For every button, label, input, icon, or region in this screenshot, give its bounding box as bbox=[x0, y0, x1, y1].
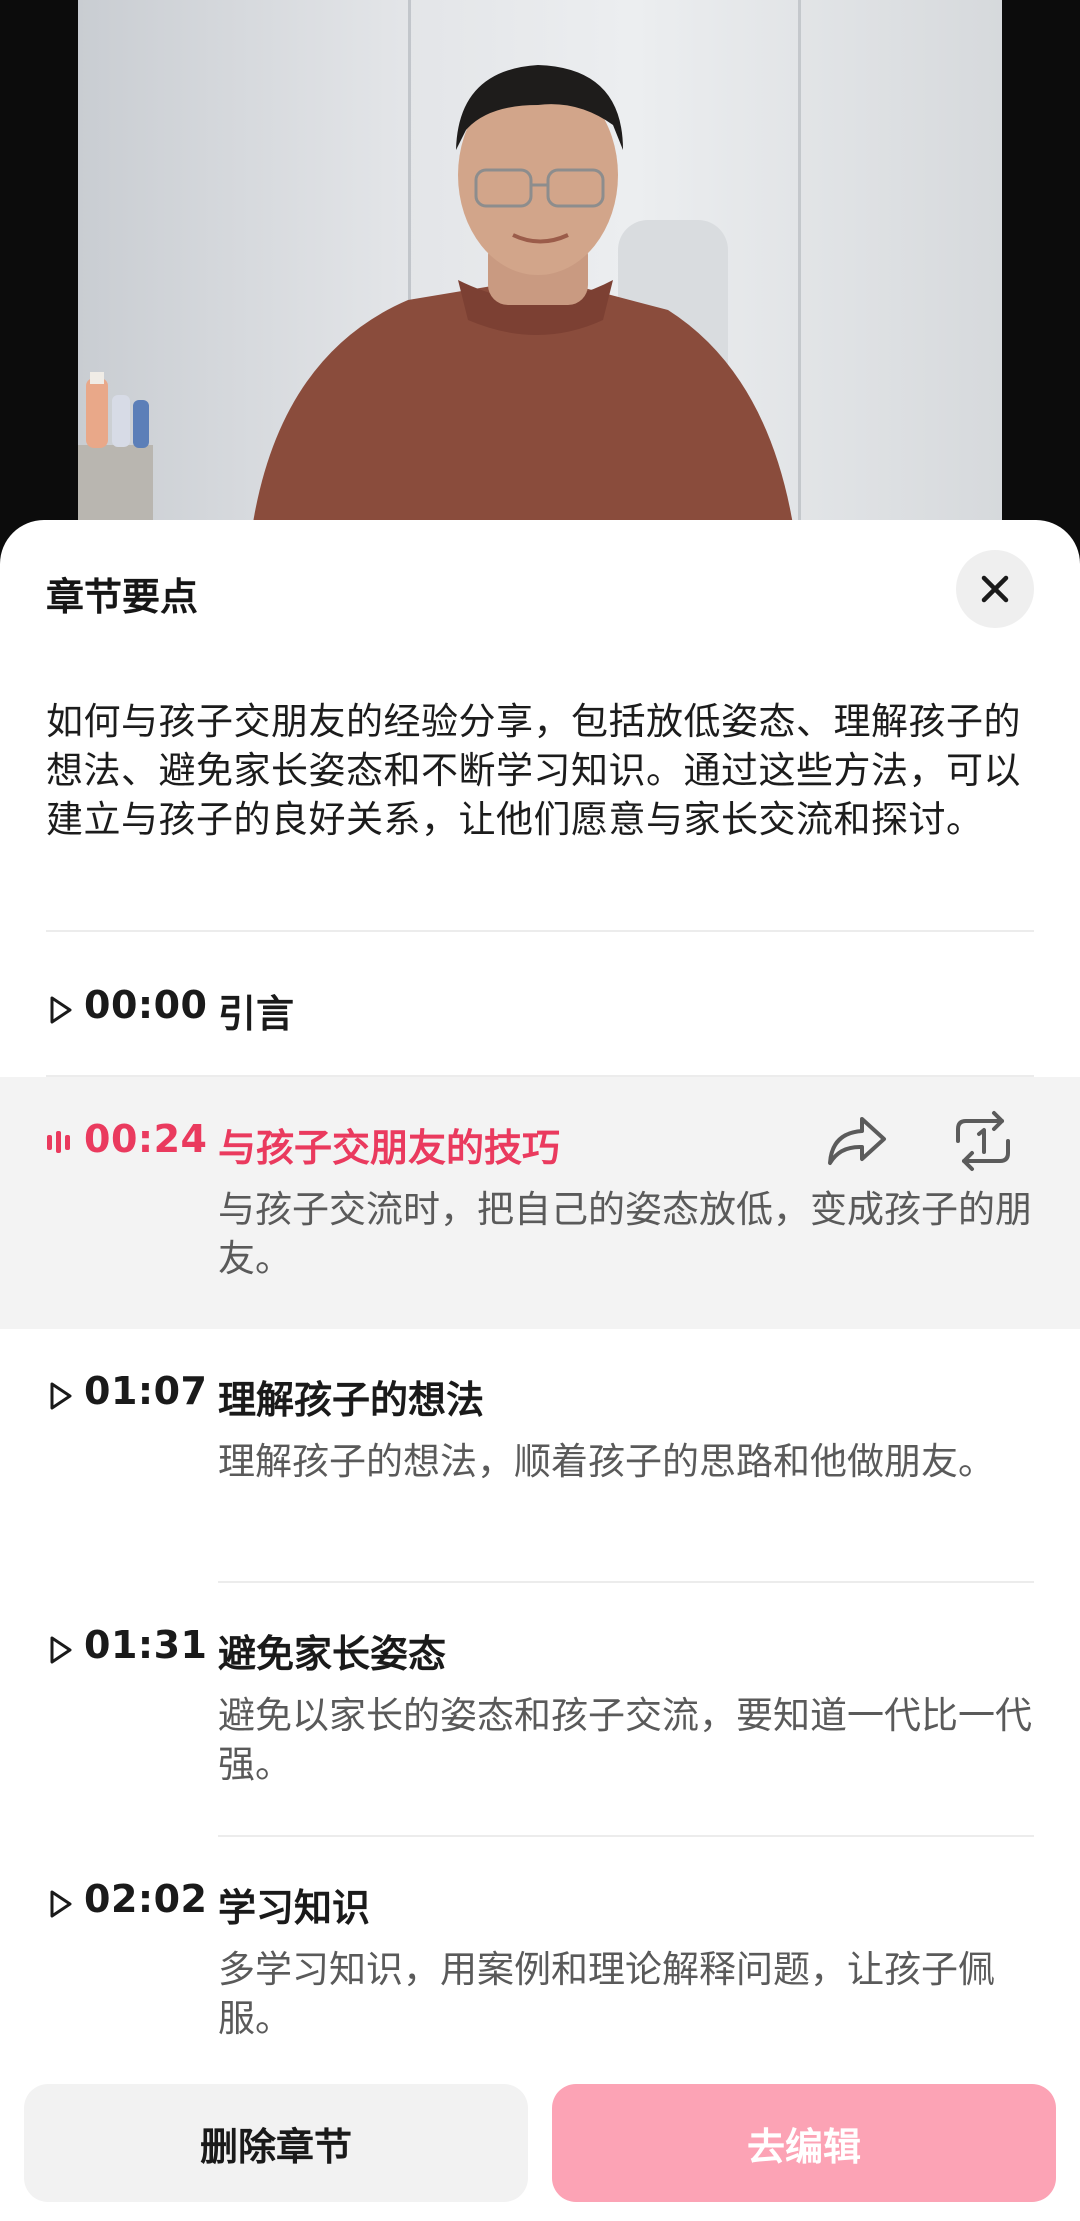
repeat-one-icon bbox=[956, 1111, 1010, 1171]
video-frame[interactable] bbox=[78, 0, 1002, 560]
chapter-timestamp: 00:24 bbox=[84, 1117, 208, 1161]
chapter-timestamp: 01:31 bbox=[84, 1623, 208, 1667]
chapter-row-intro[interactable]: 00:00 引言 bbox=[0, 945, 1080, 1075]
play-triangle-icon bbox=[50, 1382, 72, 1410]
share-arrow-icon bbox=[828, 1117, 886, 1165]
play-triangle-icon bbox=[50, 1636, 72, 1664]
video-image bbox=[78, 0, 801, 560]
audio-bars-icon bbox=[47, 1131, 70, 1153]
chapter-timestamp: 02:02 bbox=[84, 1877, 208, 1921]
chapter-title: 避免家长姿态 bbox=[218, 1632, 447, 1676]
chapter-description: 理解孩子的想法，顺着孩子的思路和他做朋友。 bbox=[218, 1440, 995, 1483]
share-button[interactable] bbox=[824, 1111, 890, 1175]
sheet-title: 章节要点 bbox=[46, 575, 199, 619]
chapter-title: 与孩子交朋友的技巧 bbox=[218, 1126, 561, 1170]
play-triangle-icon bbox=[50, 996, 72, 1024]
delete-chapters-button[interactable]: 删除章节 bbox=[24, 2084, 528, 2202]
chapter-description: 与孩子交流时，把自己的姿态放低，变成孩子的朋友。 bbox=[218, 1188, 1032, 1280]
go-edit-button[interactable]: 去编辑 bbox=[552, 2084, 1056, 2202]
loop-button[interactable] bbox=[950, 1109, 1016, 1177]
chapter-row[interactable]: 01:07 理解孩子的想法 理解孩子的想法，顺着孩子的思路和他做朋友。 bbox=[0, 1329, 1080, 1581]
close-icon bbox=[981, 575, 1009, 603]
chapter-title: 理解孩子的想法 bbox=[218, 1378, 485, 1422]
chapter-title: 引言 bbox=[218, 992, 295, 1036]
chapter-row[interactable]: 01:31 避免家长姿态 避免以家长的姿态和孩子交流，要知道一代比一代强。 bbox=[0, 1583, 1080, 1835]
chapter-timestamp: 00:00 bbox=[84, 983, 208, 1027]
chapter-row[interactable]: 02:02 学习知识 多学习知识，用案例和理论解释问题，让孩子佩服。 bbox=[0, 1837, 1080, 2089]
play-triangle-icon bbox=[50, 1890, 72, 1918]
chapter-description: 避免以家长的姿态和孩子交流，要知道一代比一代强。 bbox=[218, 1694, 1032, 1786]
chapter-timestamp: 01:07 bbox=[84, 1369, 208, 1413]
video-player[interactable] bbox=[0, 0, 1080, 560]
chapter-summary: 如何与孩子交朋友的经验分享，包括放低姿态、理解孩子的想法、避免家长姿态和不断学习… bbox=[46, 700, 1021, 841]
chapter-points-sheet: 章节要点 如何与孩子交朋友的经验分享，包括放低姿态、理解孩子的想法、避免家长姿态… bbox=[0, 520, 1080, 2221]
chapter-row-playing[interactable]: 00:24 与孩子交朋友的技巧 与孩子交流时，把自己的姿态放低，变成孩子的朋友。 bbox=[0, 1077, 1080, 1329]
chapter-description: 多学习知识，用案例和理论解释问题，让孩子佩服。 bbox=[218, 1948, 995, 2040]
chapter-title: 学习知识 bbox=[218, 1886, 371, 1930]
close-button[interactable] bbox=[956, 550, 1034, 628]
summary-divider bbox=[46, 930, 1034, 932]
